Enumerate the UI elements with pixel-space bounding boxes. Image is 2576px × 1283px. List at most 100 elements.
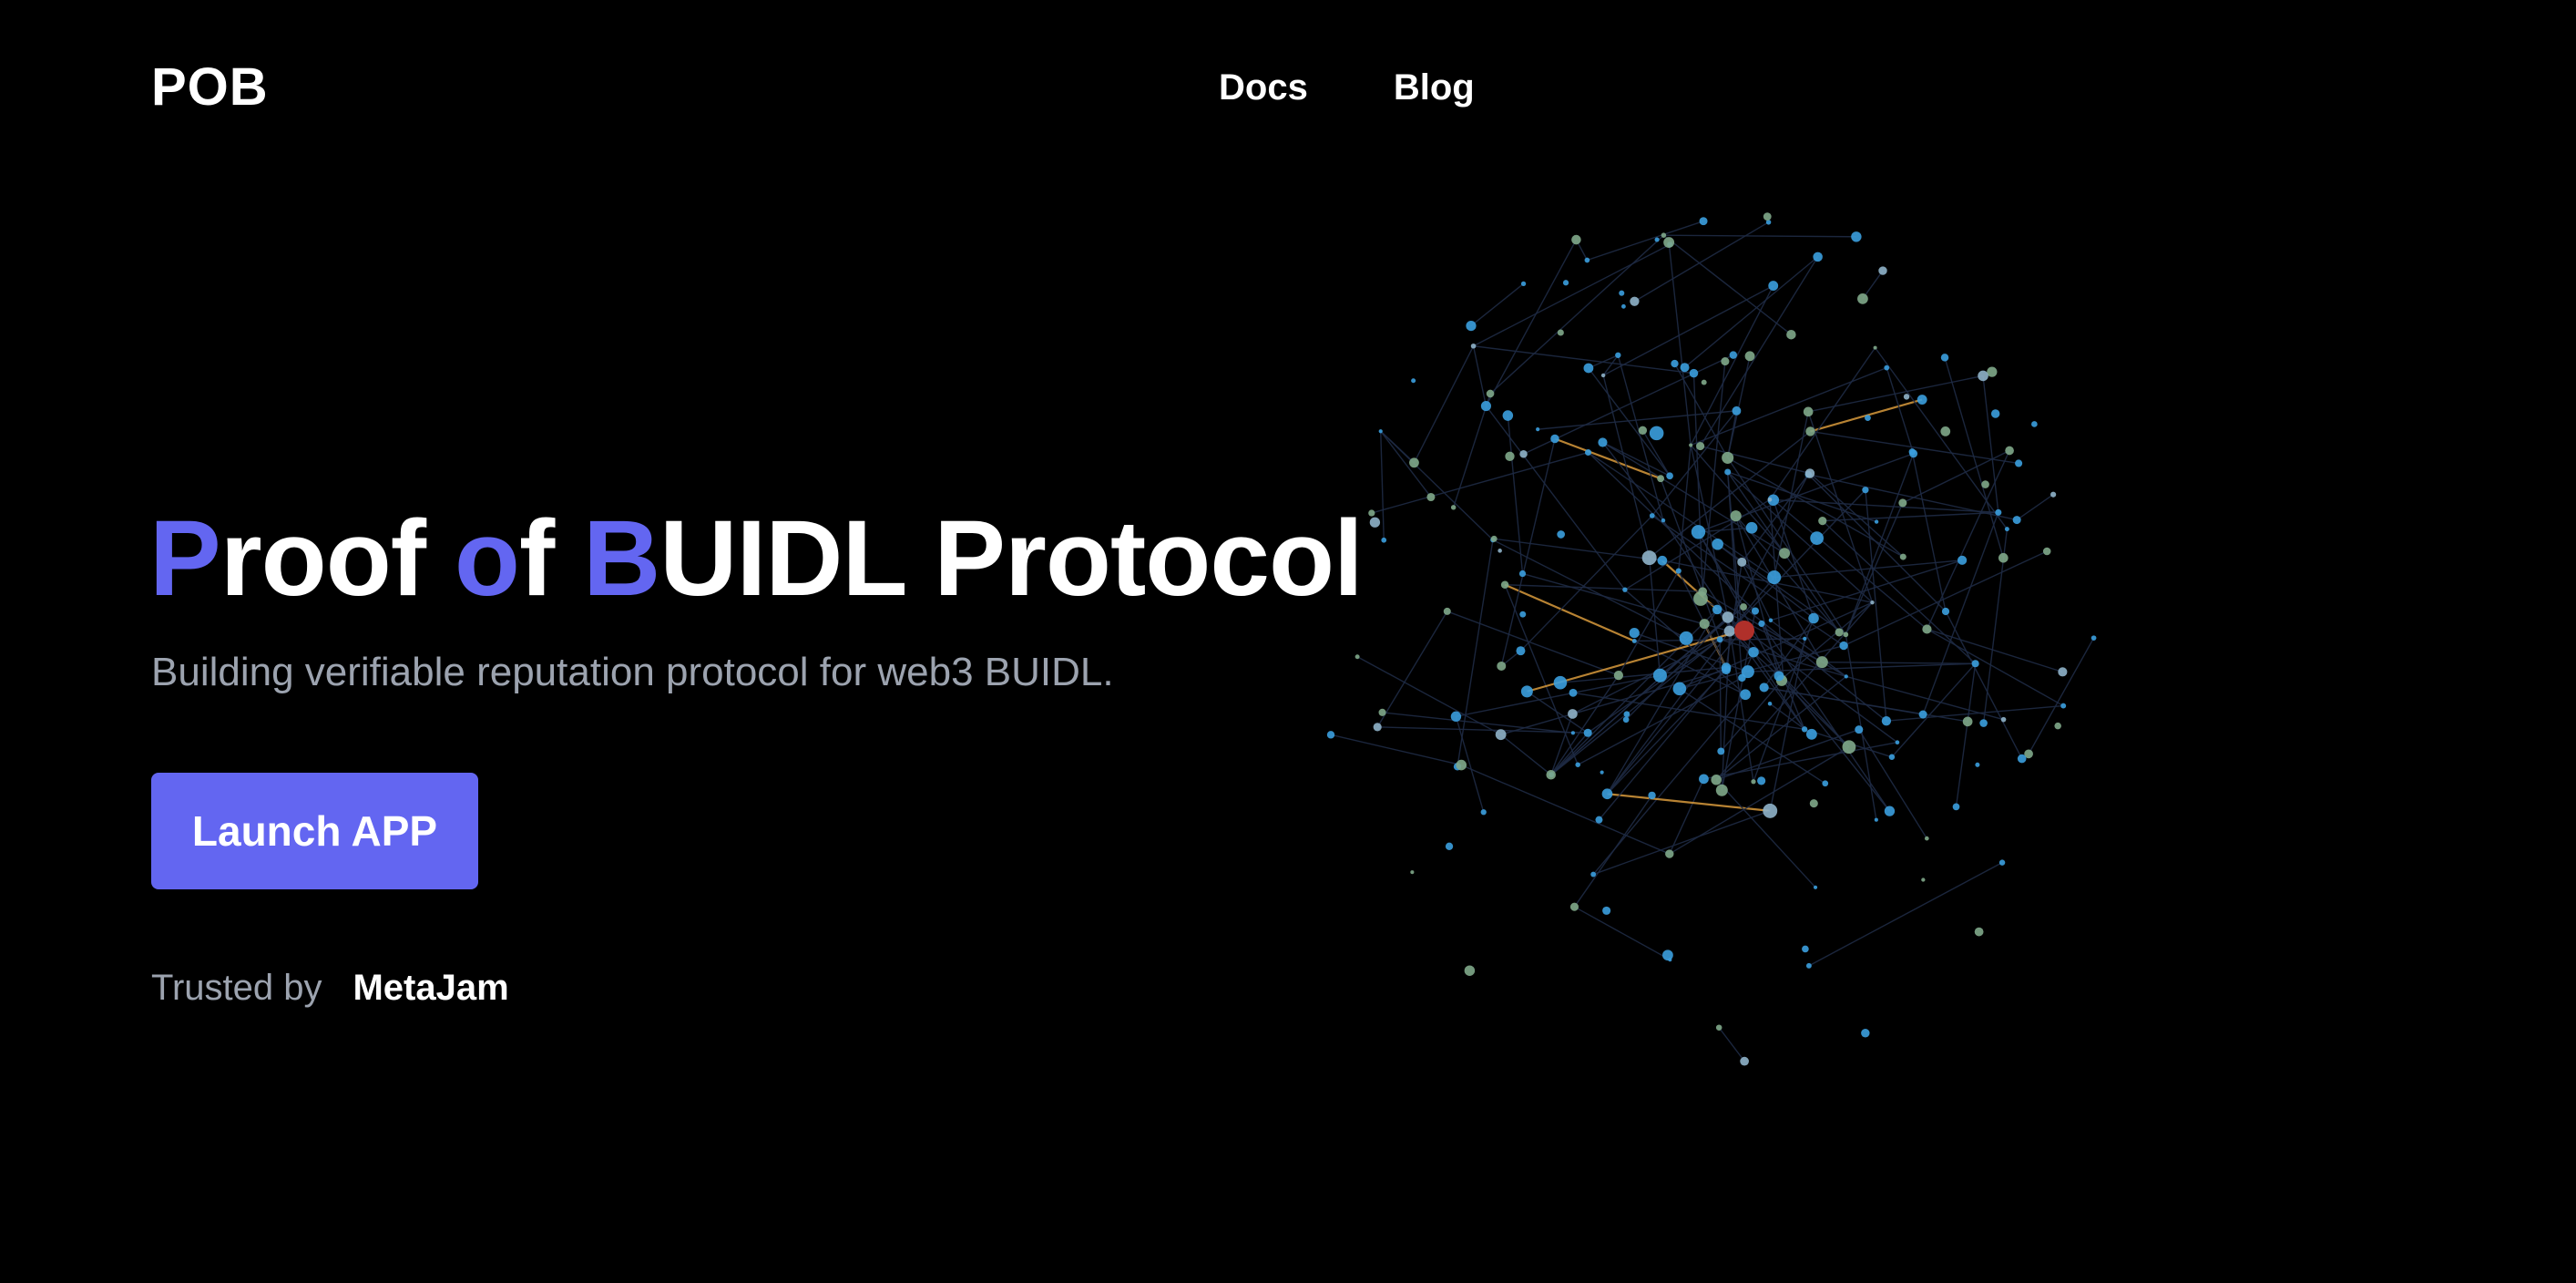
- graph-edge: [1473, 243, 1671, 347]
- graph-node: [1978, 370, 1988, 382]
- site-logo[interactable]: POB: [151, 55, 269, 120]
- graph-node: [1701, 379, 1707, 385]
- graph-node: [1802, 945, 1809, 953]
- graph-node: [2054, 722, 2061, 730]
- graph-node: [1851, 231, 1862, 242]
- graph-node: [1940, 426, 1951, 436]
- graph-node: [1722, 451, 1734, 464]
- graph-node: [1870, 600, 1875, 605]
- graph-node: [1981, 480, 1989, 488]
- graph-node: [2017, 754, 2027, 764]
- graph-node: [1844, 674, 1848, 679]
- graph-node: [1456, 759, 1467, 771]
- graph-node: [1672, 682, 1687, 696]
- graph-node: [1721, 664, 1732, 675]
- graph-node: [1373, 723, 1382, 732]
- graph-node: [1940, 354, 1949, 362]
- graph-node: [1809, 799, 1818, 808]
- graph-edge: [1489, 234, 1664, 395]
- graph-node: [1378, 708, 1386, 716]
- graph-node: [1730, 510, 1742, 522]
- graph-node: [1671, 359, 1679, 368]
- graph-edge: [1492, 539, 1687, 640]
- graph-node: [1516, 646, 1526, 656]
- graph-node: [1715, 784, 1728, 796]
- graph-node: [1666, 472, 1673, 480]
- graph-edge: [1822, 511, 1998, 522]
- graph-node: [1502, 410, 1514, 421]
- graph-node: [1805, 962, 1812, 969]
- graph-node: [2042, 547, 2051, 556]
- launch-app-button[interactable]: Launch APP: [151, 773, 478, 889]
- graph-node: [1693, 591, 1708, 606]
- graph-node: [1748, 646, 1759, 658]
- graph-edge: [1330, 734, 1462, 766]
- graph-edge: [1550, 732, 1589, 775]
- nav-link-docs[interactable]: Docs: [1219, 60, 1308, 115]
- graph-node: [1715, 1024, 1722, 1032]
- graph-node: [1630, 296, 1640, 306]
- graph-edge: [1413, 345, 1475, 464]
- graph-edge: [1380, 430, 1432, 498]
- graph-node: [2090, 635, 2097, 641]
- graph-node: [1691, 525, 1706, 539]
- graph-node: [1615, 352, 1621, 358]
- graph-node: [1411, 378, 1416, 384]
- graph-node: [1899, 553, 1906, 560]
- title-letter-b: B: [583, 498, 660, 619]
- graph-node: [1680, 363, 1690, 373]
- graph-node: [1486, 389, 1495, 398]
- graph-node: [1641, 550, 1657, 566]
- graph-node: [1621, 303, 1626, 309]
- graph-node: [1822, 780, 1829, 787]
- graph-node: [1562, 280, 1569, 286]
- graph-node: [1763, 803, 1778, 818]
- graph-edge: [1769, 498, 1998, 514]
- graph-node: [1368, 509, 1375, 517]
- graph-node: [1354, 654, 1360, 660]
- graph-node: [1662, 949, 1673, 961]
- title-letter-p: P: [149, 498, 221, 619]
- graph-edge: [1588, 367, 1671, 477]
- graph-node: [1426, 492, 1436, 502]
- graph-node: [1974, 927, 1984, 937]
- metajam-logo[interactable]: MetaJam: [353, 962, 508, 1013]
- graph-node: [1808, 612, 1819, 624]
- graph-node: [1466, 320, 1477, 332]
- graph-edge: [2028, 637, 2095, 754]
- graph-edge: [1684, 256, 1819, 368]
- graph-node: [1623, 711, 1630, 718]
- graph-node: [1520, 281, 1527, 287]
- network-graph-icon: [1326, 212, 2097, 1066]
- graph-edge: [1470, 282, 1524, 327]
- graph-node: [2004, 527, 2009, 532]
- graph-node: [1583, 363, 1594, 374]
- graph-edge: [1573, 795, 1653, 908]
- graph-node: [1921, 878, 1926, 882]
- nav-link-blog[interactable]: Blog: [1394, 60, 1475, 115]
- graph-node: [1675, 568, 1682, 574]
- graph-node: [1557, 329, 1564, 336]
- graph-node: [1699, 774, 1709, 785]
- graph-node: [1595, 816, 1603, 824]
- graph-node: [1740, 603, 1747, 611]
- graph-node: [2060, 703, 2067, 709]
- graph-node: [1629, 627, 1640, 639]
- graph-node: [1519, 611, 1527, 618]
- graph-node: [1751, 779, 1756, 785]
- graph-node: [1584, 257, 1590, 263]
- graph-node: [1571, 234, 1581, 245]
- graph-edge: [1618, 570, 1680, 676]
- graph-edge: [1500, 734, 1552, 775]
- graph-node: [1409, 457, 1419, 468]
- graph-node: [1505, 451, 1515, 461]
- graph-node: [1888, 754, 1896, 760]
- graph-node: [1497, 661, 1507, 671]
- graph-node: [1450, 505, 1457, 510]
- graph-node: [1768, 618, 1774, 622]
- graph-node: [1744, 351, 1755, 362]
- graph-node: [1979, 719, 1988, 727]
- graph-node: [1622, 587, 1628, 592]
- graph-node: [1381, 537, 1387, 543]
- graph-node: [1861, 1029, 1870, 1038]
